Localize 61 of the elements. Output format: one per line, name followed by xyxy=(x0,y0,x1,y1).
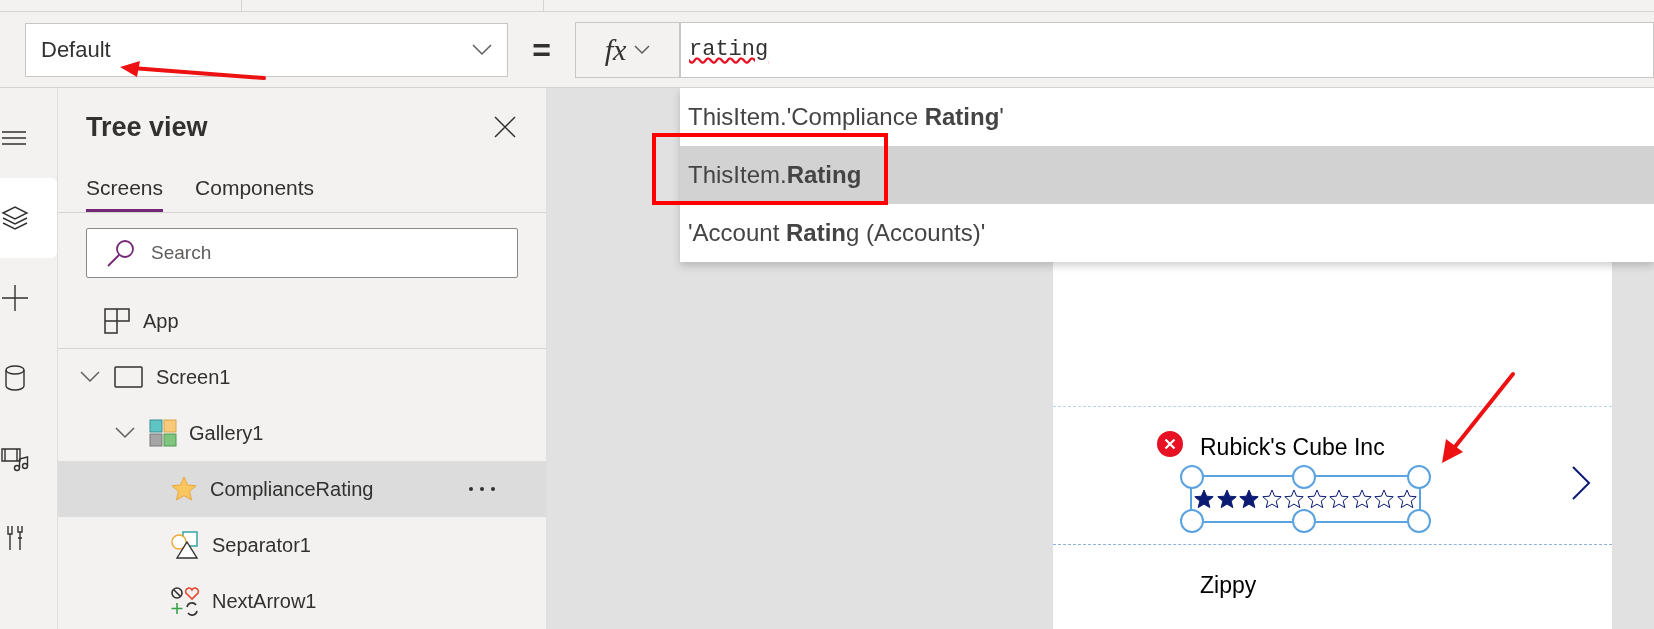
resize-handle[interactable] xyxy=(1406,465,1431,489)
icons-icon xyxy=(170,586,200,616)
search-field[interactable]: Search xyxy=(86,228,518,278)
rail-button[interactable] xyxy=(0,178,57,258)
star-icon xyxy=(1194,489,1214,509)
suggestion-item[interactable]: 'Account Rating (Accounts)' xyxy=(680,204,1654,262)
more-icon[interactable] xyxy=(468,486,496,492)
screen-icon xyxy=(114,365,144,389)
fx-button[interactable]: fx xyxy=(575,21,680,78)
close-icon[interactable] xyxy=(494,116,516,139)
star-icon xyxy=(1306,489,1327,509)
tree-item[interactable]: App xyxy=(58,293,546,349)
star-icon xyxy=(1284,489,1304,509)
tree-item-label: ComplianceRating xyxy=(210,477,374,502)
tab[interactable]: Components xyxy=(195,171,315,212)
star-icon xyxy=(1216,489,1237,509)
item-title: Rubick's Cube Inc xyxy=(1200,433,1385,461)
gallery-icon xyxy=(149,419,177,447)
item-title: Zippy xyxy=(1200,571,1257,599)
star-icon xyxy=(1261,489,1282,509)
resize-handle[interactable] xyxy=(1180,509,1204,533)
tree-item[interactable]: Screen1 xyxy=(58,349,546,405)
chevron-icon[interactable] xyxy=(113,427,137,439)
star-icon xyxy=(1351,489,1372,509)
search-icon xyxy=(106,238,136,268)
tree-item[interactable]: Gallery1 xyxy=(58,405,546,461)
star-icon xyxy=(1374,489,1394,509)
formula-input[interactable]: rating xyxy=(680,21,1654,78)
tree-item-label: Gallery1 xyxy=(189,421,264,446)
star-icon xyxy=(1396,489,1417,509)
gallery-item[interactable]: Zippy xyxy=(1053,545,1612,629)
tree-item-label: Separator1 xyxy=(212,533,311,558)
chevron-down-icon xyxy=(472,43,492,56)
suggestion-item[interactable]: ThisItem.'Compliance Rating' xyxy=(680,88,1654,146)
equals-sign: = xyxy=(531,30,552,70)
tree-item-label: NextArrow1 xyxy=(212,589,317,614)
tree-item[interactable]: Separator1 xyxy=(58,517,546,573)
star-rating[interactable] xyxy=(1194,489,1417,509)
resize-handle[interactable] xyxy=(1292,465,1316,489)
plus-icon xyxy=(0,283,30,313)
tree-item-label: Screen1 xyxy=(156,365,231,390)
star-icon xyxy=(170,475,198,503)
resize-handle[interactable] xyxy=(1406,509,1431,533)
chevron-down-icon xyxy=(634,44,651,55)
tab[interactable]: Screens xyxy=(86,171,164,212)
tree-item[interactable]: ComplianceRating xyxy=(58,461,546,517)
resize-handle[interactable] xyxy=(1292,509,1316,533)
property-dropdown[interactable]: Default xyxy=(25,22,508,77)
app-icon xyxy=(103,306,131,335)
star-icon xyxy=(1239,489,1259,509)
layers-icon xyxy=(0,203,30,233)
panel-title: Tree view xyxy=(86,110,208,144)
gallery-item[interactable]: Rubick's Cube Inc xyxy=(1053,406,1612,545)
tree-item-label: App xyxy=(143,308,179,334)
shapes-icon xyxy=(170,530,200,560)
tree-item[interactable]: NextArrow1 xyxy=(58,573,546,629)
resize-handle[interactable] xyxy=(1180,465,1204,489)
star-icon xyxy=(1329,489,1349,509)
chevron-right-icon xyxy=(1571,465,1591,501)
suggestion-item[interactable]: ThisItem.Rating xyxy=(680,146,1654,204)
chevron-icon[interactable] xyxy=(78,371,102,383)
